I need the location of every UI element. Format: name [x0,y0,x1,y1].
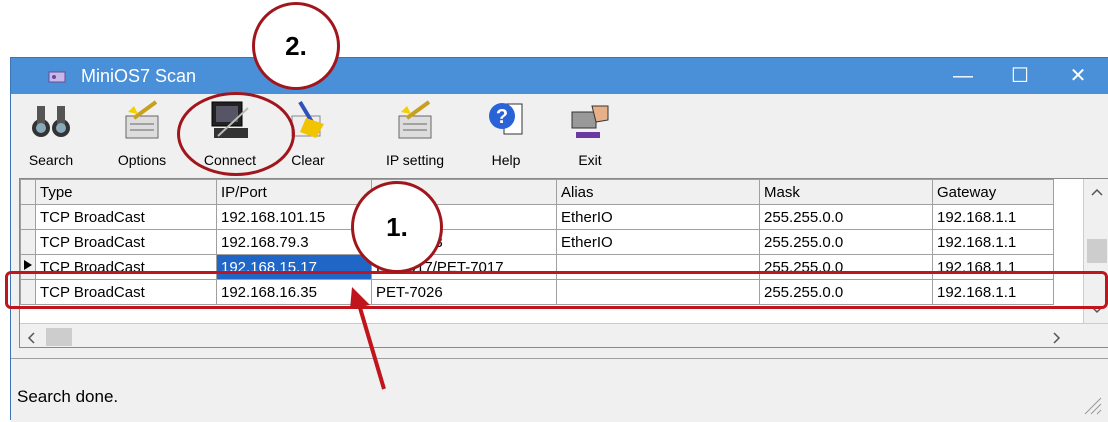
resize-grip-icon[interactable] [1081,394,1103,416]
app-icon [48,71,66,83]
help-button[interactable]: ? Help [481,98,531,174]
clear-label: Clear [291,152,325,168]
column-header-type[interactable]: Type [35,179,217,205]
cell-type[interactable]: TCP BroadCast [35,204,217,230]
annotation-arrow [350,287,386,390]
minios7-scan-window: MiniOS7 Scan — ☐ ✕ Search Options Connec… [10,57,1108,422]
column-header-alias[interactable]: Alias [556,179,760,205]
callout-2: 2. [252,2,340,90]
column-header-mask[interactable]: Mask [759,179,933,205]
horizontal-scrollbar[interactable] [20,323,1108,347]
exit-label: Exit [578,152,602,168]
scroll-up-icon[interactable] [1090,187,1104,197]
table-row[interactable]: TCP BroadCast 192.168.79.3 PET-2228 Ethe… [20,229,1054,255]
status-text: Search done. [17,387,119,406]
svg-text:?: ? [496,106,508,128]
window-title: MiniOS7 Scan [81,66,197,86]
exit-icon [571,105,609,138]
binoculars-icon [32,106,70,137]
exit-button[interactable]: Exit [567,98,613,174]
column-header-ip-port[interactable]: IP/Port [216,179,372,205]
help-icon: ? [489,103,523,135]
cell-type[interactable]: TCP BroadCast [35,229,217,255]
cell-ip-port[interactable]: 192.168.79.3 [216,229,372,255]
device-grid[interactable]: Type IP/Port Name Alias Mask Gateway TCP… [19,178,1108,348]
options-button[interactable]: Options [111,98,173,174]
callout-1: 1. [351,181,443,273]
help-label: Help [491,152,521,168]
ip-setting-label: IP setting [385,152,445,168]
connect-highlight-circle [177,92,295,176]
cell-ip-port[interactable]: 192.168.101.15 [216,204,372,230]
ip-setting-icon [398,100,432,139]
horizontal-scroll-thumb[interactable] [46,328,72,346]
options-label: Options [117,152,167,168]
cell-gateway[interactable]: 192.168.1.1 [932,229,1054,255]
table-row[interactable]: TCP BroadCast 192.168.101.15 ET-7002 Eth… [20,204,1054,230]
options-icon [125,100,159,139]
toolbar: Search Options Connect Clear IP setting … [11,94,1108,178]
status-bar: Search done. [11,358,1108,422]
cell-mask[interactable]: 255.255.0.0 [759,229,933,255]
cell-alias[interactable]: EtherIO [556,229,760,255]
table-header-row: Type IP/Port Name Alias Mask Gateway [20,179,1054,205]
cell-gateway[interactable]: 192.168.1.1 [932,204,1054,230]
column-header-gateway[interactable]: Gateway [932,179,1054,205]
row-indicator [20,204,36,230]
cell-mask[interactable]: 255.255.0.0 [759,204,933,230]
cell-alias[interactable]: EtherIO [556,204,760,230]
title-bar: MiniOS7 Scan — ☐ ✕ [11,58,1108,94]
search-label: Search [28,152,74,168]
search-button[interactable]: Search [23,98,79,174]
ip-setting-button[interactable]: IP setting [373,98,457,174]
highlight-row-annotation [5,271,1108,309]
row-indicator [20,229,36,255]
close-button[interactable]: ✕ [1051,58,1105,94]
vertical-scroll-thumb[interactable] [1087,239,1107,263]
scroll-left-icon[interactable] [26,331,36,345]
row-indicator-header [20,179,36,205]
minimize-button[interactable]: — [936,58,990,94]
maximize-button[interactable]: ☐ [993,58,1047,94]
scroll-right-icon[interactable] [1052,331,1062,345]
